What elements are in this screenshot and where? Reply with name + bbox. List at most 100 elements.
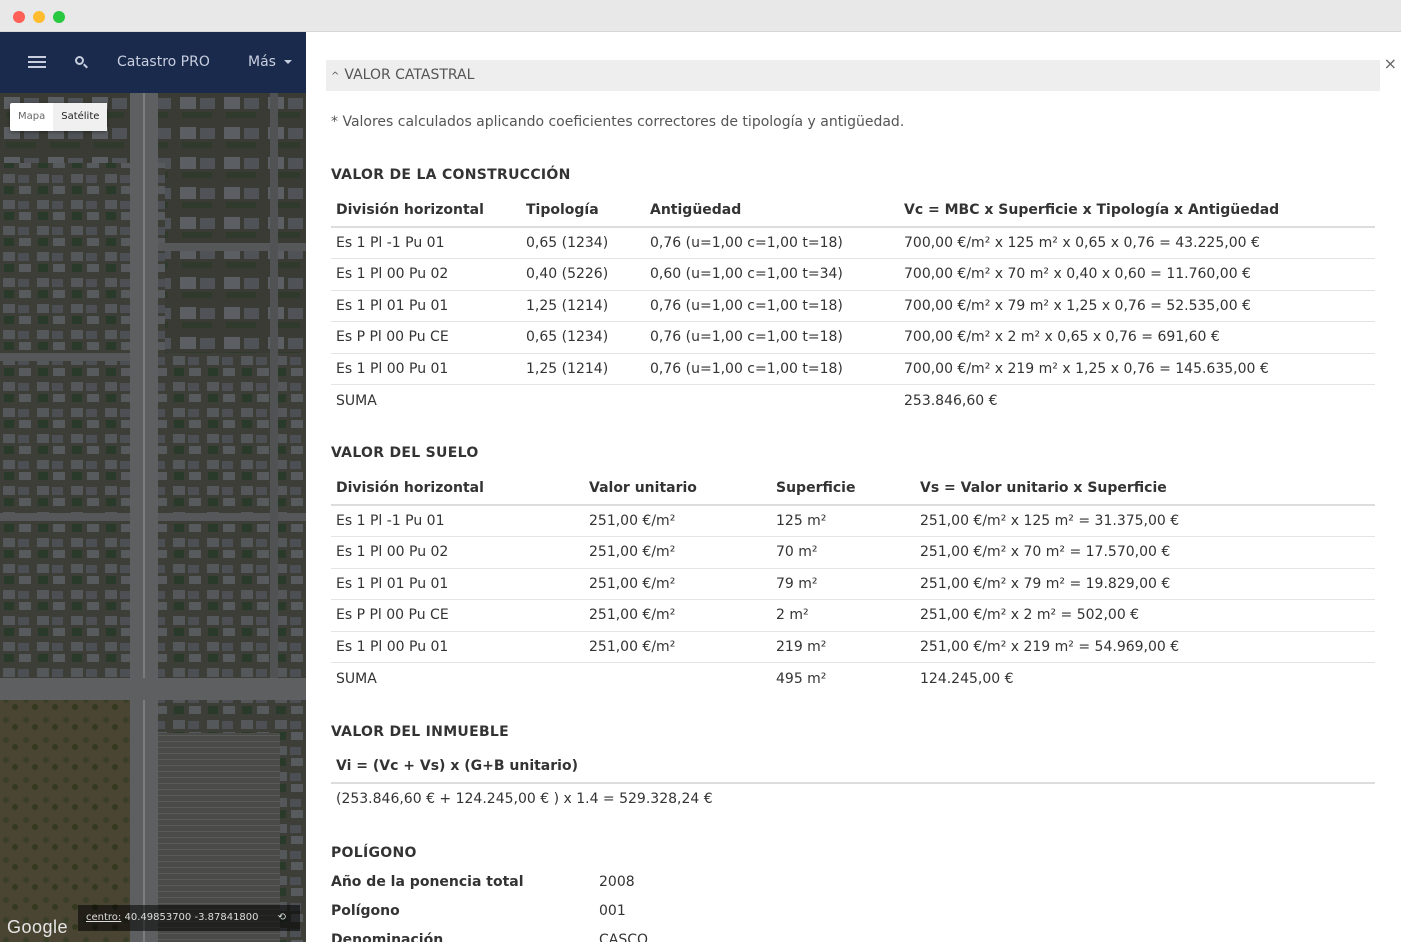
table-header-row: Vi = (Vc + Vs) x (G+B unitario) [331, 750, 1375, 784]
table-cell: 251,00 €/m² [584, 504, 771, 537]
table-row: Es 1 Pl 01 Pu 01 1,25 (1214) 0,76 (u=1,00 … [331, 289, 1375, 322]
center-value: 40.49853700 -3.87841800 [124, 912, 259, 923]
map-type-toggle: Mapa Satélite [10, 103, 108, 131]
table-row: Es 1 Pl -1 Pu 01 251,00 €/m² 125 m² 251,00 … [331, 504, 1375, 537]
table-cell: 700,00 €/m² x 2 m² x 0,65 x 0,76 = 691,6… [899, 321, 1375, 353]
table-cell: 0,76 (u=1,00 c=1,00 t=18) [645, 226, 899, 259]
table-cell: Es 1 Pl 00 Pu 01 [331, 630, 584, 663]
satellite-map[interactable] [0, 93, 306, 942]
table-cell: 124.245,00 € [915, 662, 1375, 694]
inmueble-table: Vi = (Vc + Vs) x (G+B unitario) (253.846… [331, 750, 1375, 815]
table-cell: 700,00 €/m² x 219 m² x 1,25 x 0,76 = 145… [899, 352, 1375, 385]
map-type-satelite-button[interactable]: Satélite [53, 103, 108, 131]
close-icon[interactable]: × [1384, 54, 1397, 73]
suelo-table: División horizontal Valor unitario Superfi… [331, 472, 1375, 694]
inmueble-formula: Vi = (Vc + Vs) x (G+B unitario) [331, 750, 1375, 784]
table-row: Es P Pl 00 Pu CE 0,65 (1234) 0,76 (u=1,00 … [331, 321, 1375, 353]
window-titlebar [0, 0, 1401, 32]
table-header-row: División horizontal Valor unitario Superfi… [331, 472, 1375, 506]
table-cell: 0,76 (u=1,00 c=1,00 t=18) [645, 289, 899, 322]
column-header: División horizontal [331, 472, 584, 506]
table-cell: Es P Pl 00 Pu CE [331, 321, 521, 353]
table-cell: 219 m² [771, 630, 915, 663]
table-row: Es 1 Pl 00 Pu 01 251,00 €/m² 219 m² 251,00 … [331, 630, 1375, 663]
table-cell: 251,00 €/m² [584, 599, 771, 631]
top-navbar: Catastro PRO Más [0, 32, 306, 93]
inmueble-value: (253.846,60 € + 124.245,00 € ) x 1.4 = 5… [331, 782, 1375, 815]
poligono-value: 001 [599, 903, 626, 919]
window-minimize-dot[interactable] [33, 11, 45, 23]
table-row: Es 1 Pl 01 Pu 01 251,00 €/m² 79 m² 251,00 €… [331, 567, 1375, 600]
poligono-title: POLÍGONO [331, 845, 417, 861]
column-header: Vs = Valor unitario x Superficie [915, 472, 1375, 506]
table-row: (253.846,60 € + 124.245,00 € ) x 1.4 = 5… [331, 782, 1375, 815]
table-cell: SUMA [331, 662, 584, 694]
section-header[interactable]: ^ VALOR CATASTRAL [326, 60, 1380, 91]
table-header-row: División horizontal Tipología Antigüedad Vc… [331, 194, 1375, 228]
table-cell: 251,00 €/m² x 219 m² = 54.969,00 € [915, 630, 1375, 663]
column-header: Valor unitario [584, 472, 771, 506]
table-cell: 251,00 €/m² [584, 536, 771, 568]
table-cell: 251,00 €/m² [584, 630, 771, 663]
column-header: Antigüedad [645, 194, 899, 228]
table-row: Es 1 Pl 00 Pu 01 1,25 (1214) 0,76 (u=1,00 … [331, 352, 1375, 385]
table-cell: Es 1 Pl -1 Pu 01 [331, 504, 584, 537]
window-zoom-dot[interactable] [53, 11, 65, 23]
suelo-title: VALOR DEL SUELO [331, 445, 479, 461]
poligono-key: Polígono [331, 903, 400, 919]
table-cell: 1,25 (1214) [521, 289, 645, 322]
note-text: * Valores calculados aplicando coeficien… [331, 114, 905, 130]
construccion-table: División horizontal Tipología Antigüedad Vc… [331, 194, 1375, 416]
table-cell [645, 384, 899, 416]
search-icon[interactable] [74, 32, 88, 93]
section-title: VALOR CATASTRAL [344, 67, 475, 83]
construccion-title: VALOR DE LA CONSTRUCCIÓN [331, 167, 571, 183]
chevron-up-icon: ^ [331, 71, 340, 82]
table-cell: 0,76 (u=1,00 c=1,00 t=18) [645, 352, 899, 385]
table-cell: 0,40 (5226) [521, 258, 645, 290]
column-header: Tipología [521, 194, 645, 228]
table-row: SUMA 495 m² 124.245,00 € [331, 662, 1375, 694]
table-cell: 251,00 €/m² x 125 m² = 31.375,00 € [915, 504, 1375, 537]
map-panel[interactable]: Catastro PRO Más Mapa Satélite centro: 4… [0, 32, 306, 942]
table-cell: 700,00 €/m² x 70 m² x 0,40 x 0,60 = 11.7… [899, 258, 1375, 290]
more-menu[interactable]: Más [248, 32, 292, 93]
caret-down-icon [283, 60, 292, 64]
brand-link[interactable]: Catastro PRO [117, 32, 210, 93]
table-cell: 700,00 €/m² x 125 m² x 0,65 x 0,76 = 43.… [899, 226, 1375, 259]
table-cell: 0,65 (1234) [521, 226, 645, 259]
table-cell: 125 m² [771, 504, 915, 537]
poligono-value: 2008 [599, 874, 635, 890]
inmueble-title: VALOR DEL INMUEBLE [331, 724, 510, 740]
table-cell: Es 1 Pl 01 Pu 01 [331, 289, 521, 322]
center-label: centro: [86, 912, 122, 923]
more-menu-label: Más [248, 54, 276, 70]
table-cell: 251,00 €/m² [584, 567, 771, 600]
table-cell: 70 m² [771, 536, 915, 568]
poligono-value: CASCO ANTIGUO [599, 932, 649, 942]
table-row: Es 1 Pl -1 Pu 01 0,65 (1234) 0,76 (u=1,00 … [331, 226, 1375, 259]
copy-icon[interactable]: ⟲ [278, 905, 286, 931]
table-row: Es 1 Pl 00 Pu 02 0,40 (5226) 0,60 (u=1,00 … [331, 258, 1375, 290]
window-close-dot[interactable] [13, 11, 25, 23]
table-row: Es 1 Pl 00 Pu 02 251,00 €/m² 70 m² 251,00 €… [331, 536, 1375, 568]
column-header: Superficie [771, 472, 915, 506]
table-row: SUMA 253.846,60 € [331, 384, 1375, 416]
table-cell: 251,00 €/m² x 70 m² = 17.570,00 € [915, 536, 1375, 568]
table-cell [521, 384, 645, 416]
table-cell: 2 m² [771, 599, 915, 631]
table-cell: 1,25 (1214) [521, 352, 645, 385]
menu-icon[interactable] [28, 32, 48, 93]
table-cell [584, 662, 771, 694]
table-cell: Es 1 Pl 01 Pu 01 [331, 567, 584, 600]
column-header: Vc = MBC x Superficie x Tipología x Anti… [899, 194, 1375, 228]
map-center-readout: centro: 40.49853700 -3.87841800 ⟲ [78, 905, 300, 931]
map-type-mapa-button[interactable]: Mapa [10, 103, 53, 131]
table-cell: 251,00 €/m² x 2 m² = 502,00 € [915, 599, 1375, 631]
table-cell: 495 m² [771, 662, 915, 694]
table-cell: Es 1 Pl -1 Pu 01 [331, 226, 521, 259]
google-logo: Google [7, 917, 69, 937]
poligono-key: Denominación [331, 932, 444, 942]
table-cell: Es 1 Pl 00 Pu 02 [331, 536, 584, 568]
table-cell: 0,65 (1234) [521, 321, 645, 353]
